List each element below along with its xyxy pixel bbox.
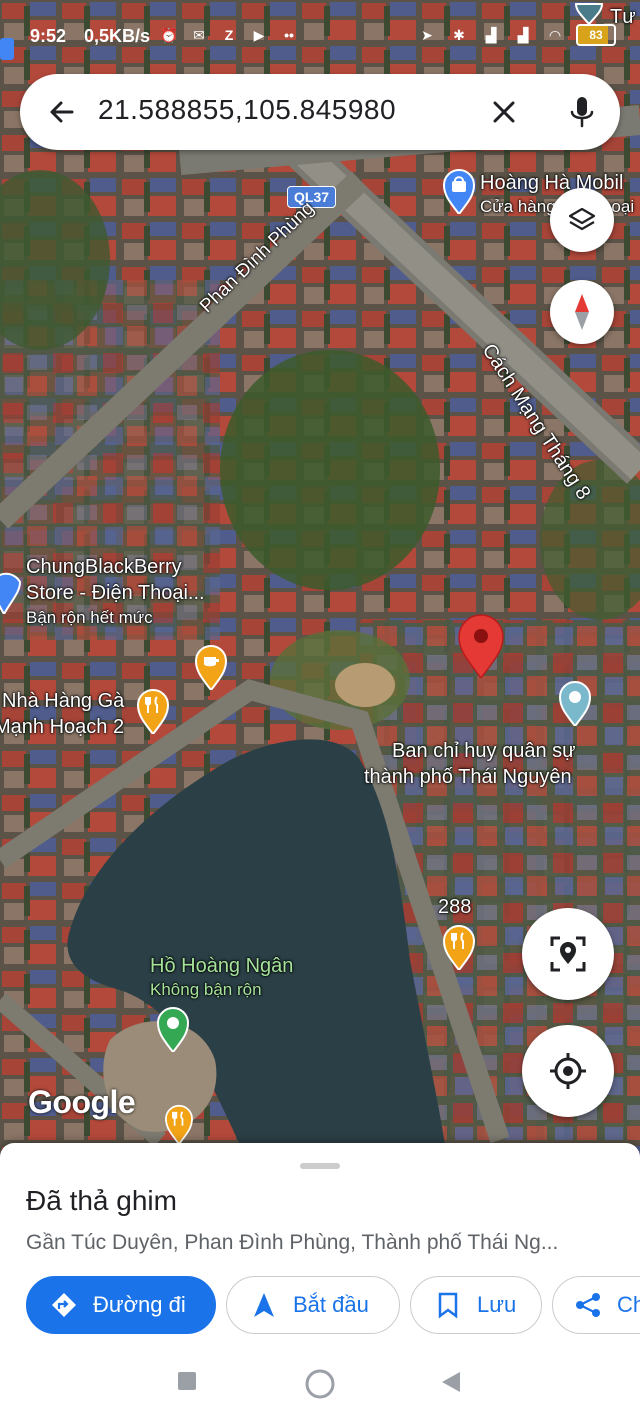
shopping-pin-icon[interactable] [0,562,22,614]
place-name[interactable]: ChungBlackBerry [26,556,182,579]
network-speed: 0,5KB/s [84,26,151,46]
bookmark-icon [433,1290,463,1320]
back-triangle-icon[interactable] [440,1370,462,1394]
place-name-line2[interactable]: Store - Điện Thoại... [26,582,205,605]
place-busy-status: Bận rộn hết mức [26,608,153,627]
youtube-icon: ▶ [253,26,265,43]
home-icon[interactable] [304,1368,336,1400]
compass-button[interactable] [550,280,614,344]
place-name[interactable]: Hoàng Hà Mobil [480,172,623,195]
bus-stop-icon[interactable] [0,38,14,60]
notification-icons: ⏰ ✉ Z ▶ •• [158,24,300,46]
signal-icon: ▟ [517,26,529,43]
system-nav-bar [0,1350,640,1422]
park-pin-icon[interactable] [156,1006,190,1052]
place-name[interactable]: 288 [438,896,471,919]
zalo-icon: Z [224,27,234,43]
place-name[interactable]: Nhà Hàng Gà [2,690,124,713]
crosshair-icon [550,1053,586,1089]
cafe-pin-icon[interactable] [194,644,228,690]
directions-label: Đường đi [93,1292,186,1317]
compass-icon [575,294,589,330]
search-bar[interactable]: 21.588855,105.845980 [20,74,620,150]
poi-marker-icon[interactable] [574,0,604,24]
start-button[interactable]: Bắt đầu [226,1276,400,1334]
bluetooth-icon: ✱ [453,26,465,43]
restaurant-pin-icon[interactable] [136,688,170,734]
wifi-icon: ◠ [549,26,561,43]
my-location-button[interactable] [522,1025,614,1117]
layers-icon [568,207,596,231]
google-logo: Google [28,1084,136,1120]
close-icon[interactable] [484,92,524,132]
messenger-icon: ✉ [193,26,205,43]
place-pin-icon[interactable] [558,680,592,726]
drag-handle[interactable] [300,1163,340,1169]
map-label-corner[interactable]: Tư [610,6,636,29]
place-name-line2[interactable]: Mạnh Hoạch 2 [0,716,124,739]
restaurant-pin-icon[interactable] [162,1104,196,1144]
status-bar: 9:52 0,5KB/s ⏰ ✉ Z ▶ •• ➤ ✱ ▟ ▟ ◠ 83 [0,0,640,72]
directions-icon [49,1290,79,1320]
search-query[interactable]: 21.588855,105.845980 [98,94,396,126]
place-sheet[interactable]: Đã thả ghim Gần Túc Duyên, Phan Đình Phù… [0,1143,640,1350]
recents-icon[interactable] [176,1370,198,1392]
mic-icon[interactable] [560,90,604,134]
share-label: Ch [617,1292,640,1317]
dropped-pin-icon[interactable] [456,614,506,678]
share-button[interactable]: Ch [552,1276,640,1334]
share-icon [573,1290,603,1320]
place-name[interactable]: Hồ Hoàng Ngân [150,955,293,978]
location-arrow-icon: ➤ [421,26,433,43]
save-label: Lưu [477,1292,517,1317]
signal-icon: ▟ [485,26,497,43]
navigation-arrow-icon [249,1290,279,1320]
location-search-icon [550,936,586,972]
save-button[interactable]: Lưu [410,1276,542,1334]
back-arrow-icon[interactable] [42,92,82,132]
place-name-line2[interactable]: thành phố Thái Nguyên [364,766,572,789]
clock: 9:52 [30,26,67,46]
start-label: Bắt đầu [293,1292,369,1317]
system-icons: ➤ ✱ ▟ ▟ ◠ 83 [416,24,616,46]
shopping-pin-icon[interactable] [442,168,476,214]
layers-button[interactable] [550,188,614,252]
place-address: Gần Túc Duyên, Phan Đình Phùng, Thành ph… [26,1231,559,1254]
more-dots-icon: •• [284,27,294,43]
street-view-button[interactable] [522,908,614,1000]
place-title: Đã thả ghim [26,1185,177,1216]
directions-button[interactable]: Đường đi [26,1276,216,1334]
place-busy-status: Không bận rộn [150,980,262,999]
alarm-icon: ⏰ [160,26,178,43]
restaurant-pin-icon[interactable] [442,924,476,970]
place-name[interactable]: Ban chỉ huy quân sự [392,740,576,763]
